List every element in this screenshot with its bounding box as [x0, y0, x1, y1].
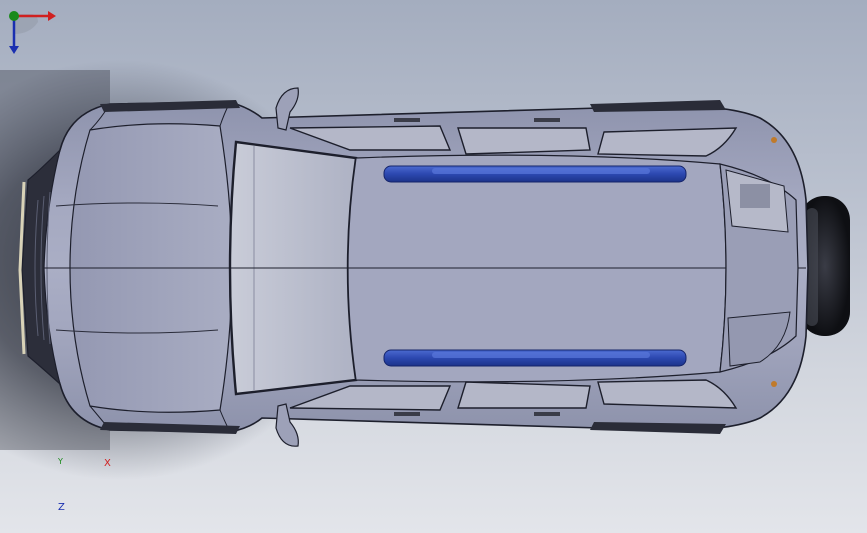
coordinate-triad [9, 11, 56, 54]
z-axis-label: Z [58, 502, 65, 513]
rear-window-part [740, 184, 770, 208]
rear-fender-top [590, 100, 726, 112]
tail-light-bottom [771, 381, 777, 387]
tail-light-top [771, 137, 777, 143]
graphics-viewport[interactable]: X Y Z [0, 0, 867, 533]
y-axis-label: Y [58, 457, 63, 466]
x-axis-label: X [104, 458, 111, 469]
rear-fender-bottom [590, 422, 726, 434]
car-model-top-view[interactable] [0, 0, 867, 533]
roof-rail-left[interactable] [383, 165, 687, 183]
roof-rail-right[interactable] [383, 349, 687, 367]
